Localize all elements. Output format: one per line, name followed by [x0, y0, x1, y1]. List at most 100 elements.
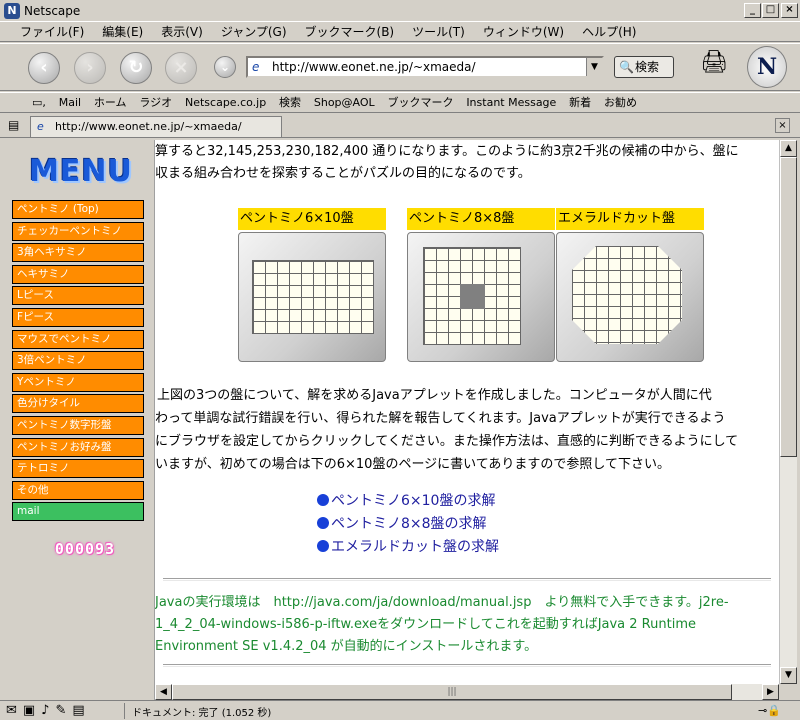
menu-view[interactable]: 表示(V): [152, 22, 212, 40]
horizontal-scrollbar[interactable]: ◀ ||| ▶: [155, 684, 779, 700]
scroll-right-icon[interactable]: ▶: [762, 684, 779, 700]
board-emerald-label: エメラルドカット盤: [556, 208, 704, 230]
link-search[interactable]: 検索: [279, 93, 301, 112]
horizontal-scroll-thumb[interactable]: |||: [172, 684, 732, 700]
main-content: 算すると32,145,253,230,182,400 通りになります。このように…: [155, 140, 779, 684]
link-netscape[interactable]: Netscape.co.jp: [185, 93, 266, 112]
search-button[interactable]: 🔍 検索: [614, 56, 674, 78]
reload-icon[interactable]: ↻: [120, 52, 152, 84]
new-tab-icon[interactable]: ▤: [8, 118, 19, 132]
link-mail[interactable]: Mail: [59, 93, 81, 112]
divider-bottom: [163, 664, 771, 667]
scroll-down-icon[interactable]: ▼: [780, 667, 797, 684]
netscape-logo-icon[interactable]: N: [747, 46, 787, 88]
menu-bookmarks[interactable]: ブックマーク(B): [296, 22, 404, 40]
board-emerald-button[interactable]: [556, 232, 704, 362]
menu-file[interactable]: ファイル(F): [0, 22, 93, 40]
minimize-button[interactable]: _: [744, 3, 761, 18]
menu-item-mouse-pentomino[interactable]: マウスでペントミノ: [12, 329, 144, 349]
menu-item-custom-board[interactable]: ペントミノお好み盤: [12, 437, 144, 457]
link-6x10-solve[interactable]: ペントミノ6×10盤の求解: [317, 490, 495, 510]
vertical-scrollbar[interactable]: ▲ ▼: [779, 140, 797, 684]
stop-icon[interactable]: ×: [165, 52, 197, 84]
link-radio[interactable]: ラジオ: [139, 93, 172, 112]
link-8x8-label: ペントミノ8×8盤の求解: [331, 516, 487, 532]
bullet-icon: [317, 494, 329, 506]
bullet-icon: [317, 540, 329, 552]
navigation-toolbar: ‹ › ↻ × ⌄ e http://www.eonet.ne.jp/~xmae…: [0, 43, 800, 91]
link-recommend[interactable]: お勧め: [604, 93, 637, 112]
link-instant-message[interactable]: Instant Message: [466, 93, 556, 112]
java-note-line-1: Javaの実行環境は http://java.com/ja/download/m…: [155, 595, 729, 610]
menu-item-l-piece[interactable]: Lピース: [12, 286, 144, 306]
address-url: http://www.eonet.ne.jp/~xmaeda/: [272, 60, 476, 74]
board-8x8-label: ペントミノ8×8盤: [407, 208, 555, 230]
menu-item-triangle-hexamino[interactable]: 3角ヘキサミノ: [12, 243, 144, 263]
board-6x10-label: ペントミノ6×10盤: [238, 208, 386, 230]
menu-item-y-pentomino[interactable]: Yペントミノ: [12, 372, 144, 392]
component-bar-icons[interactable]: ✉▣♪✎▤: [6, 703, 91, 718]
link-bookmarks[interactable]: ブックマーク: [387, 93, 453, 112]
print-icon[interactable]: 🖨: [700, 50, 728, 75]
board-6x10[interactable]: ペントミノ6×10盤: [238, 208, 386, 362]
menu-tools[interactable]: ツール(T): [403, 22, 474, 40]
access-counter: 000093: [54, 540, 116, 558]
menu-go[interactable]: ジャンプ(G): [212, 22, 296, 40]
menu-frame: MENU ペントミノ (Top) チェッカーペントミノ 3角ヘキサミノ ヘキサミ…: [0, 140, 155, 700]
java-note-line-3: Environment SE v1.4.2_04 が自動的にインストールされます…: [155, 639, 538, 654]
para-line-1: 上図の3つの盤について、解を求めるJavaアプレットを作成しました。コンピュータ…: [157, 388, 712, 403]
menu-window[interactable]: ウィンドウ(W): [474, 22, 573, 40]
tab-current[interactable]: e http://www.eonet.ne.jp/~xmaeda/: [30, 116, 282, 137]
history-dropdown-icon[interactable]: ⌄: [214, 56, 236, 78]
menu-item-tetromino[interactable]: テトロミノ: [12, 459, 144, 479]
menu-item-triple-pentomino[interactable]: 3倍ペントミノ: [12, 351, 144, 371]
link-new[interactable]: 新着: [569, 93, 591, 112]
board-emerald-grid: [572, 246, 682, 344]
menu-item-mail[interactable]: mail: [12, 502, 144, 522]
toolbar-home-tab-icon[interactable]: ▭,: [32, 93, 46, 112]
menu-bar: ファイル(F) 編集(E) 表示(V) ジャンプ(G) ブックマーク(B) ツール(T) ウ…: [0, 22, 800, 42]
personal-toolbar: ▭, Mail ホーム ラジオ Netscape.co.jp 検索 Shop@A…: [0, 92, 800, 113]
status-text: ドキュメント: 完了 (1.052 秒): [132, 708, 272, 719]
board-8x8-button[interactable]: [407, 232, 555, 362]
address-bar[interactable]: e http://www.eonet.ne.jp/~xmaeda/ ▼: [246, 56, 604, 78]
back-icon[interactable]: ‹: [28, 52, 60, 84]
link-home[interactable]: ホーム: [94, 93, 127, 112]
menu-item-hexamino[interactable]: ヘキサミノ: [12, 264, 144, 284]
board-8x8[interactable]: ペントミノ8×8盤: [407, 208, 555, 362]
tab-page-icon: e: [37, 120, 44, 133]
close-button[interactable]: ×: [781, 3, 798, 18]
menu-item-other[interactable]: その他: [12, 480, 144, 500]
board-emerald[interactable]: エメラルドカット盤: [556, 208, 704, 362]
board-6x10-grid: [252, 260, 374, 334]
tab-url: http://www.eonet.ne.jp/~xmaeda/: [55, 120, 242, 133]
menu-logo: MENU: [29, 154, 133, 189]
menu-item-number-board[interactable]: ペントミノ数字形盤: [12, 415, 144, 435]
menu-item-pentomino-top[interactable]: ペントミノ (Top): [12, 200, 144, 219]
para-line-3: にブラウザを設定してからクリックしてください。また操作方法は、直感的に判断できる…: [155, 434, 739, 449]
link-shop[interactable]: Shop@AOL: [314, 93, 375, 112]
address-dropdown-icon[interactable]: ▼: [586, 58, 602, 76]
menu-item-f-piece[interactable]: Fピース: [12, 307, 144, 327]
title-bar: N Netscape _ □ ×: [0, 0, 800, 22]
link-6x10-label: ペントミノ6×10盤の求解: [331, 493, 496, 509]
scroll-left-icon[interactable]: ◀: [155, 684, 172, 700]
magnifier-icon: 🔍: [619, 60, 634, 74]
para-line-2: わって単調な試行錯誤を行い、得られた解を報告してくれます。Javaアプレットが実…: [155, 411, 726, 426]
menu-item-checker-pentomino[interactable]: チェッカーペントミノ: [12, 221, 144, 241]
board-6x10-button[interactable]: [238, 232, 386, 362]
link-8x8-solve[interactable]: ペントミノ8×8盤の求解: [317, 513, 487, 533]
menu-help[interactable]: ヘルプ(H): [573, 22, 645, 40]
link-emerald-solve[interactable]: エメラルドカット盤の求解: [317, 536, 499, 556]
link-emerald-label: エメラルドカット盤の求解: [331, 539, 499, 555]
maximize-button[interactable]: □: [762, 3, 779, 18]
menu-edit[interactable]: 編集(E): [93, 22, 152, 40]
scroll-up-icon[interactable]: ▲: [780, 140, 797, 157]
security-lock-icon[interactable]: ⊸🔒: [758, 704, 781, 717]
menu-list: ペントミノ (Top) チェッカーペントミノ 3角ヘキサミノ ヘキサミノ Lピー…: [12, 200, 144, 524]
close-tab-icon[interactable]: ×: [775, 118, 790, 133]
forward-icon[interactable]: ›: [74, 52, 106, 84]
vertical-scroll-thumb[interactable]: [780, 157, 797, 457]
menu-item-color-tiles[interactable]: 色分けタイル: [12, 394, 144, 414]
para-line-4: いますが、初めての場合は下の6×10盤のページに書いてありますので参照して下さい…: [155, 457, 671, 472]
